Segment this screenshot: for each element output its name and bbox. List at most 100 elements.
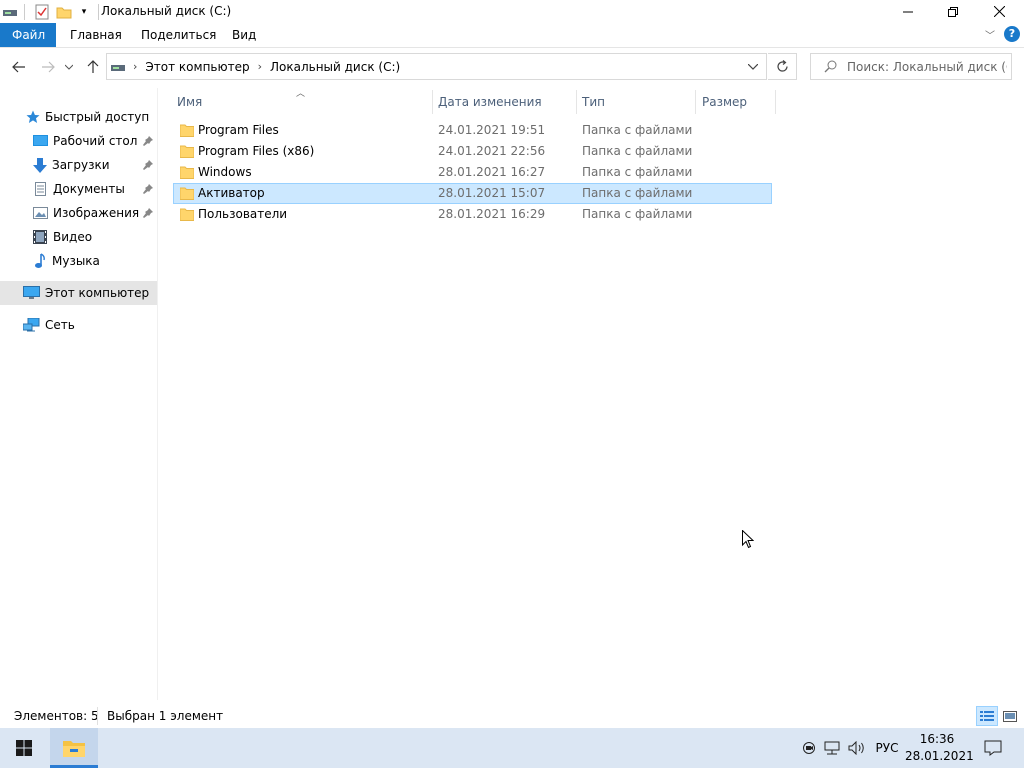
nav-item-label: Загрузки bbox=[52, 158, 110, 172]
tab-share[interactable]: Поделиться bbox=[129, 23, 228, 47]
window-title: Локальный диск (C:) bbox=[101, 4, 232, 18]
meet-now-icon[interactable] bbox=[800, 728, 818, 768]
file-type: Папка с файлами bbox=[582, 207, 693, 221]
column-divider[interactable] bbox=[695, 90, 696, 114]
file-date: 28.01.2021 16:29 bbox=[438, 207, 546, 221]
nav-item-downloads[interactable]: Загрузки bbox=[0, 153, 157, 177]
nav-item-documents[interactable]: Документы bbox=[0, 177, 157, 201]
search-box[interactable] bbox=[810, 53, 1012, 80]
action-center-button[interactable] bbox=[978, 728, 1008, 768]
new-folder-icon[interactable] bbox=[56, 4, 72, 20]
minimize-icon bbox=[903, 11, 913, 12]
pin-icon[interactable] bbox=[143, 135, 153, 149]
customize-toolbar-icon[interactable]: ▾ bbox=[76, 4, 92, 20]
column-header-name[interactable]: Имя bbox=[177, 92, 432, 112]
file-row-selected[interactable]: Активатор 28.01.2021 15:07 Папка с файла… bbox=[173, 183, 772, 204]
column-header-size[interactable]: Размер bbox=[702, 92, 774, 112]
arrow-up-icon bbox=[87, 60, 99, 73]
nav-item-label: Быстрый доступ bbox=[45, 110, 150, 124]
nav-item-label: Музыка bbox=[52, 254, 100, 268]
file-row[interactable]: Пользователи 28.01.2021 16:29 Папка с фа… bbox=[173, 204, 772, 225]
start-button[interactable] bbox=[0, 728, 48, 768]
column-header-type[interactable]: Тип bbox=[582, 92, 694, 112]
breadcrumb-local-disk[interactable]: Локальный диск (C:) bbox=[270, 60, 400, 74]
chevron-down-icon bbox=[748, 63, 758, 70]
help-icon[interactable]: ? bbox=[1004, 26, 1020, 42]
nav-item-label: Рабочий стол bbox=[53, 134, 138, 148]
network-tray-icon[interactable] bbox=[822, 728, 842, 768]
quick-access-toolbar: ▾ bbox=[0, 0, 99, 23]
nav-item-this-pc[interactable]: Этот компьютер bbox=[0, 281, 157, 305]
column-header-date[interactable]: Дата изменения bbox=[438, 92, 574, 112]
file-name: Program Files bbox=[198, 123, 279, 137]
up-button[interactable] bbox=[83, 58, 103, 76]
nav-item-network[interactable]: Сеть bbox=[0, 313, 157, 337]
nav-item-quick-access[interactable]: Быстрый доступ bbox=[0, 105, 157, 129]
pin-icon[interactable] bbox=[143, 207, 153, 221]
pane-divider[interactable] bbox=[157, 88, 158, 700]
nav-item-music[interactable]: Музыка bbox=[0, 249, 157, 273]
address-history-button[interactable] bbox=[748, 63, 758, 70]
file-row[interactable]: Program Files 24.01.2021 19:51 Папка с ф… bbox=[173, 120, 772, 141]
folder-icon bbox=[179, 207, 195, 224]
file-type: Папка с файлами bbox=[582, 186, 693, 200]
pin-icon[interactable] bbox=[143, 159, 153, 173]
nav-item-pictures[interactable]: Изображения bbox=[0, 201, 157, 225]
clock[interactable]: 16:36 28.01.2021 bbox=[905, 731, 974, 767]
large-icons-view-button[interactable] bbox=[1000, 706, 1020, 726]
back-button[interactable] bbox=[9, 58, 29, 76]
file-explorer-icon bbox=[63, 741, 85, 757]
file-name: Windows bbox=[198, 165, 252, 179]
tab-home[interactable]: Главная bbox=[58, 23, 134, 47]
column-divider[interactable] bbox=[576, 90, 577, 114]
tab-file[interactable]: Файл bbox=[0, 23, 56, 47]
status-divider bbox=[97, 707, 98, 725]
music-icon bbox=[34, 253, 46, 269]
expand-ribbon-icon[interactable]: ﹀ bbox=[985, 27, 995, 42]
minimize-button[interactable] bbox=[885, 0, 931, 23]
address-bar[interactable]: › Этот компьютер › Локальный диск (C:) bbox=[106, 53, 767, 80]
clock-time: 16:36 bbox=[919, 732, 955, 746]
forward-button[interactable] bbox=[38, 58, 58, 76]
language-indicator[interactable]: РУС bbox=[872, 728, 902, 768]
drive-icon bbox=[2, 4, 18, 20]
taskbar-file-explorer[interactable] bbox=[50, 728, 98, 768]
toolbar-divider bbox=[24, 3, 25, 20]
close-button[interactable] bbox=[976, 0, 1022, 23]
download-icon bbox=[33, 157, 47, 173]
status-item-count: Элементов: 5 bbox=[14, 709, 99, 723]
mouse-cursor-icon bbox=[742, 529, 755, 552]
file-date: 28.01.2021 16:27 bbox=[438, 165, 546, 179]
tab-view[interactable]: Вид bbox=[220, 23, 268, 47]
refresh-button[interactable] bbox=[768, 53, 797, 80]
column-divider[interactable] bbox=[432, 90, 433, 114]
properties-icon[interactable] bbox=[34, 4, 50, 20]
clock-date: 28.01.2021 bbox=[905, 749, 974, 763]
refresh-icon bbox=[776, 60, 788, 72]
column-divider[interactable] bbox=[775, 90, 776, 114]
breadcrumb-this-pc[interactable]: Этот компьютер bbox=[145, 60, 249, 74]
folder-icon bbox=[179, 165, 195, 182]
search-input[interactable] bbox=[845, 58, 1009, 75]
status-selection: Выбран 1 элемент bbox=[107, 709, 224, 723]
drive-icon bbox=[111, 62, 125, 72]
nav-item-desktop[interactable]: Рабочий стол bbox=[0, 129, 157, 153]
file-date: 24.01.2021 22:56 bbox=[438, 144, 546, 158]
pictures-icon bbox=[33, 207, 48, 219]
file-row[interactable]: Program Files (x86) 24.01.2021 22:56 Пап… bbox=[173, 141, 772, 162]
recent-locations-button[interactable] bbox=[62, 58, 76, 76]
volume-icon[interactable] bbox=[846, 728, 868, 768]
nav-item-label: Сеть bbox=[45, 318, 75, 332]
folder-icon bbox=[179, 144, 195, 161]
details-view-icon bbox=[980, 710, 994, 721]
breadcrumb-separator-icon[interactable]: › bbox=[133, 60, 137, 73]
restore-button[interactable] bbox=[930, 0, 976, 23]
details-view-button[interactable] bbox=[976, 706, 998, 726]
file-date: 24.01.2021 19:51 bbox=[438, 123, 546, 137]
nav-item-videos[interactable]: Видео bbox=[0, 225, 157, 249]
breadcrumb-separator-icon[interactable]: › bbox=[258, 60, 262, 73]
file-row[interactable]: Windows 28.01.2021 16:27 Папка с файлами bbox=[173, 162, 772, 183]
pin-icon[interactable] bbox=[143, 183, 153, 197]
large-icons-view-icon bbox=[1003, 710, 1017, 722]
notifications-icon bbox=[984, 740, 1002, 756]
